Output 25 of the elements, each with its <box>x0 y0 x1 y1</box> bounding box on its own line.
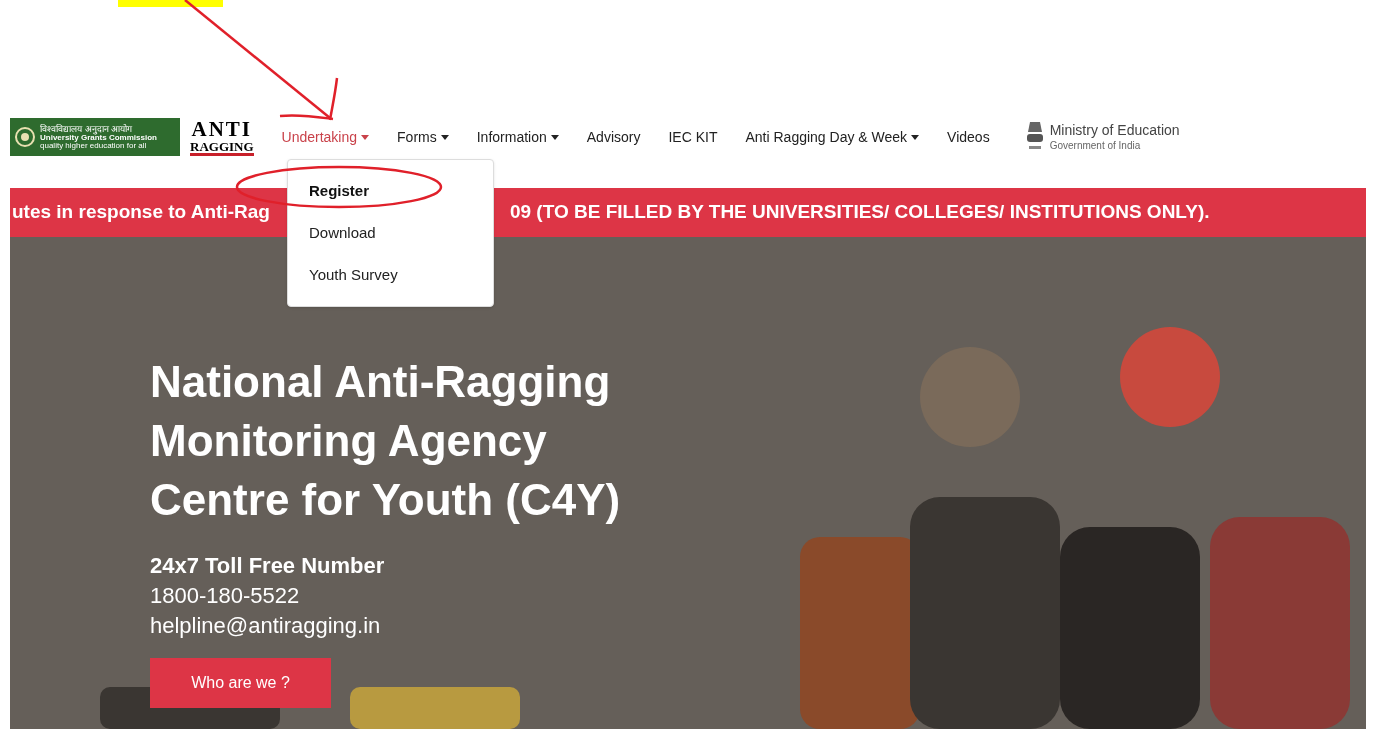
nav-link[interactable]: Videos <box>933 126 1004 148</box>
email-address: helpline@antiragging.in <box>150 612 382 640</box>
nav-link[interactable]: Information <box>462 126 573 148</box>
nav-link[interactable]: Advisory <box>572 126 655 148</box>
helpline-label: 24x7 Toll Free Number <box>150 552 386 580</box>
nav-link[interactable]: Forms <box>383 126 463 148</box>
menu-item[interactable]: Register <box>288 170 493 212</box>
nav-link[interactable]: IEC KIT <box>654 126 732 148</box>
hero-title: Monitoring Agency <box>150 415 548 467</box>
emblem-icon <box>14 126 36 148</box>
anti-ragging-logo: ANTI RAGGING <box>190 118 254 156</box>
logo-hindi-text: विश्वविद्यालय अनुदान आयोग <box>40 124 133 134</box>
banner-text: 09 (TO BE FILLED BY THE UNIVERSITIES/ COLLEGES/ INSTITUTIONS ONLY). <box>509 200 1210 225</box>
nav-link[interactable]: Undertaking <box>267 126 384 148</box>
nav-link[interactable]: Anti Ragging Day & Week <box>731 126 934 148</box>
ministry-name: Ministry of Education <box>1049 122 1180 140</box>
ministry-subtitle: Government of India <box>1049 139 1142 152</box>
menu-item[interactable]: Download <box>288 212 493 254</box>
menu-item[interactable]: Youth Survey <box>288 254 493 296</box>
hero-title: National Anti-Ragging <box>150 356 612 408</box>
hero-title: Centre for Youth (C4Y) <box>150 474 622 526</box>
who-are-we-button[interactable]: Who are we ? <box>150 658 331 708</box>
banner-text: utes in response to Anti-Rag <box>11 200 270 225</box>
logo-tagline: quality higher education for all <box>40 141 148 150</box>
phone-number: 1800-180-5522 <box>150 582 301 610</box>
